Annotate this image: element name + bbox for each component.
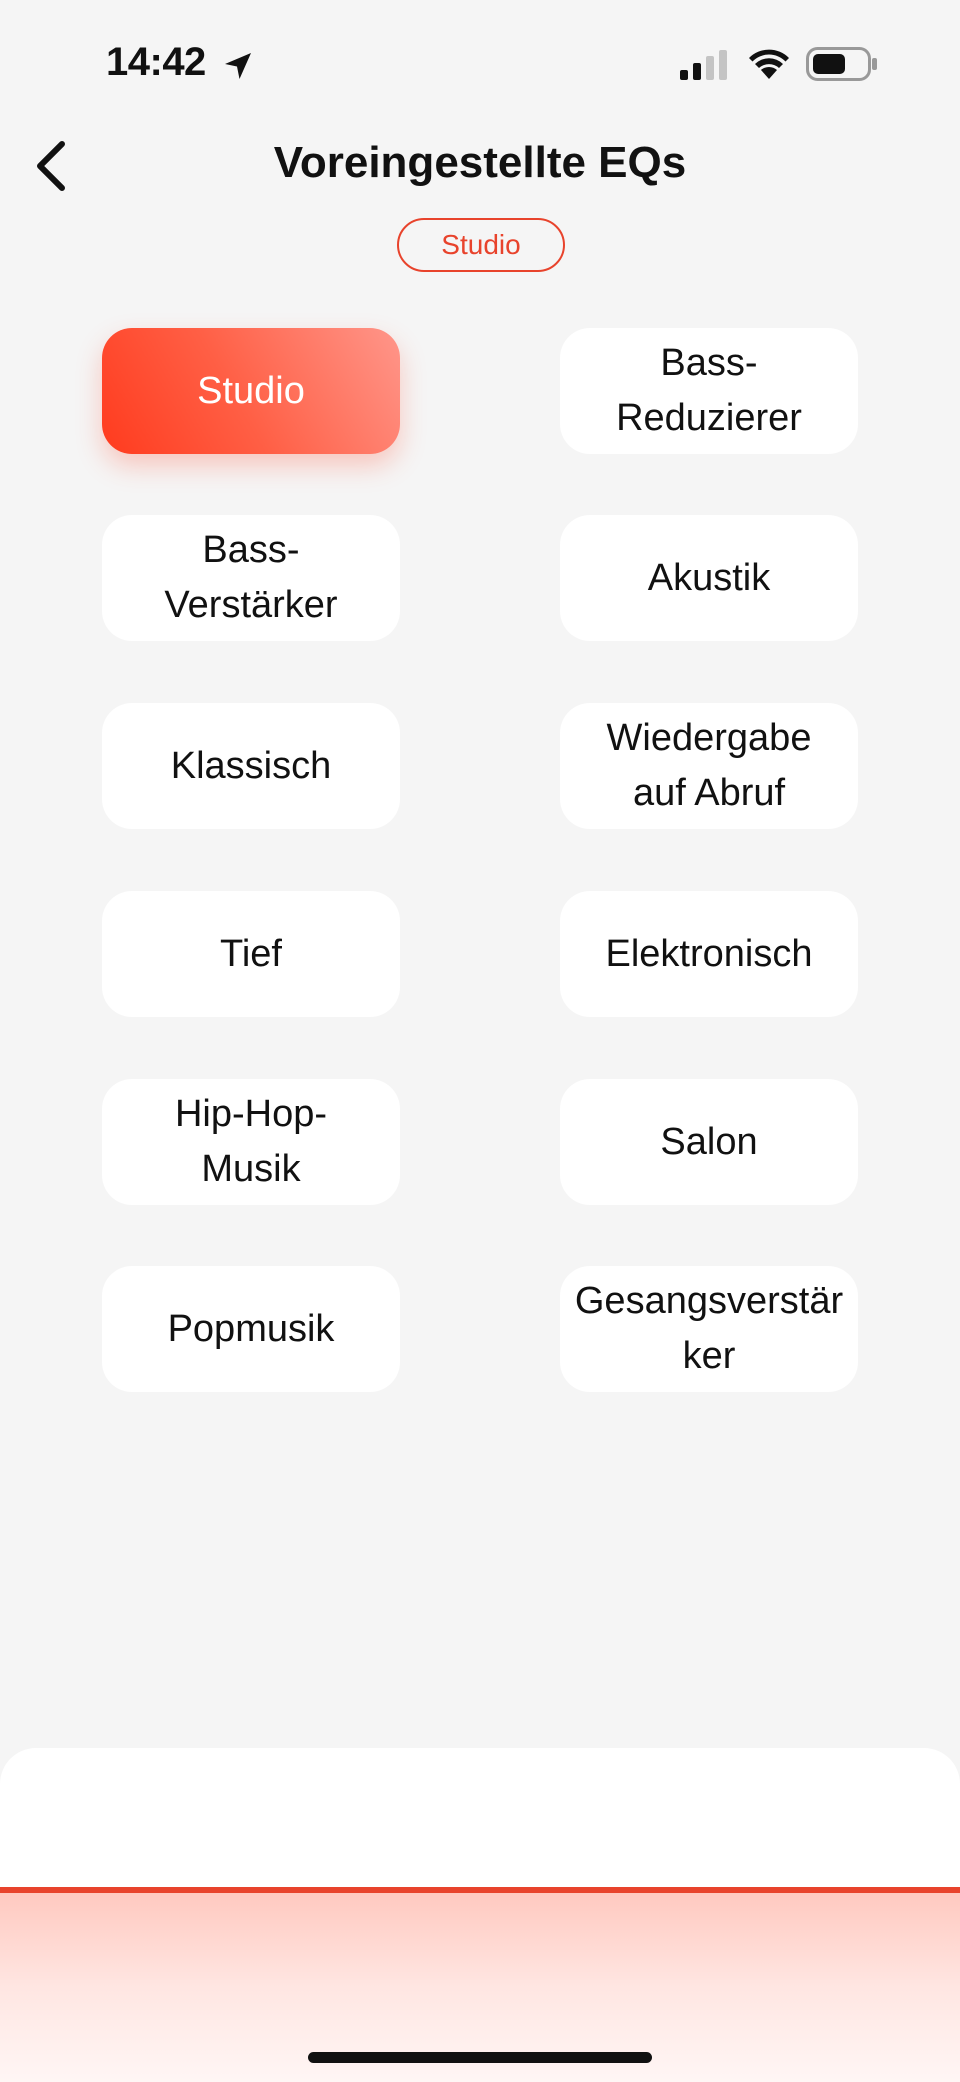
preset-bass-verstaerker[interactable]: Bass- Verstärker [102, 515, 400, 641]
preset-salon[interactable]: Salon [560, 1079, 858, 1205]
preset-label: Popmusik [167, 1307, 335, 1350]
preset-label: Tief [220, 932, 282, 975]
eq-presets-screen: 14:42 Voreingestellte EQs Studio Studio … [0, 0, 960, 2082]
cellular-signal-icon [680, 50, 727, 80]
current-preset-badge: Studio [397, 218, 565, 272]
preset-bass-reduzierer[interactable]: Bass- Reduzierer [560, 328, 858, 454]
status-bar: 14:42 [0, 0, 960, 130]
preset-studio[interactable]: Studio [102, 328, 400, 454]
preset-akustik[interactable]: Akustik [560, 515, 858, 641]
preset-label: Bass- Verstärker [164, 529, 338, 626]
preset-elektronisch[interactable]: Elektronisch [560, 891, 858, 1017]
preset-popmusik[interactable]: Popmusik [102, 1266, 400, 1392]
preset-hip-hop-musik[interactable]: Hip-Hop- Musik [102, 1079, 400, 1205]
preset-label: Studio [197, 369, 305, 412]
preset-label: Klassisch [170, 744, 332, 787]
preset-label: Akustik [647, 556, 771, 599]
preset-klassisch[interactable]: Klassisch [102, 703, 400, 829]
preset-label: Salon [660, 1120, 758, 1163]
battery-icon [806, 47, 877, 81]
preset-label: Wiedergabe auf Abruf [606, 717, 812, 814]
preset-label: Gesangsverstär ker [574, 1280, 844, 1377]
preset-label: Hip-Hop- Musik [174, 1093, 328, 1190]
wifi-icon [749, 49, 789, 79]
home-indicator[interactable] [308, 2052, 652, 2063]
preset-wiedergabe-auf-abruf[interactable]: Wiedergabe auf Abruf [560, 703, 858, 829]
preset-label: Bass- Reduzierer [616, 342, 802, 439]
status-time: 14:42 [106, 40, 206, 84]
preset-label: Elektronisch [605, 932, 813, 975]
page-title: Voreingestellte EQs [273, 138, 687, 187]
preset-gesangsverstaerker[interactable]: Gesangsverstär ker [560, 1266, 858, 1392]
preset-tief[interactable]: Tief [102, 891, 400, 1017]
location-arrow-icon [225, 53, 251, 79]
